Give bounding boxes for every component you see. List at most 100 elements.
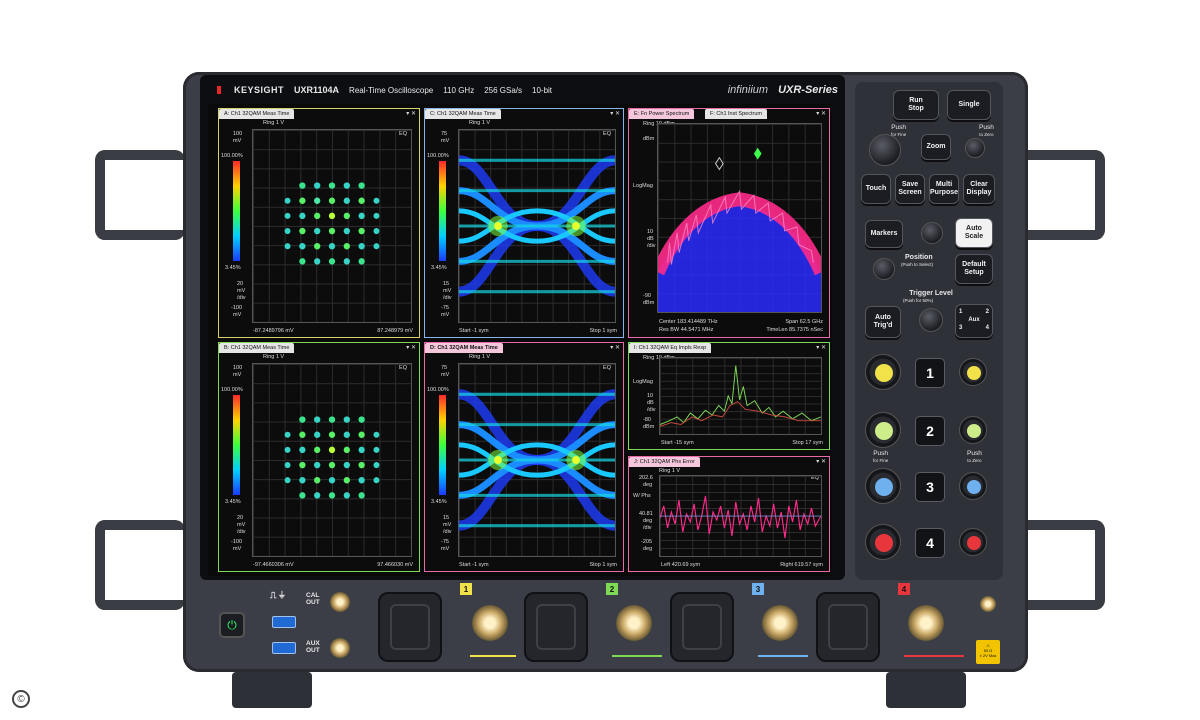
window-j-wphs: W/ Phs (633, 493, 651, 499)
window-a-controls[interactable]: ▾ ✕ (406, 110, 416, 117)
auto-scale-button[interactable]: Auto Scale (955, 218, 993, 248)
window-e-tab[interactable]: E: Fn Power Spectrum (629, 109, 695, 119)
window-e[interactable]: E: Fn Power Spectrum F: Ch1 Inst Spectru… (628, 108, 830, 338)
spectrum-e (651, 147, 828, 312)
position-sublabel: (Push to Select) (901, 262, 934, 267)
window-i-xright: Stop 17 sym (792, 440, 823, 446)
window-e-ydiv: /div (647, 243, 656, 249)
window-c-plot[interactable] (454, 129, 620, 323)
ch2-scale-knob[interactable] (865, 412, 901, 448)
window-d-ybottom-unit: mV (441, 546, 450, 552)
window-j-ybottom: -205 (641, 539, 653, 545)
ch1-underline (470, 655, 516, 657)
window-a-tab[interactable]: A: Ch1 32QAM Meas Time (219, 109, 295, 119)
window-a-pct-top: 100.00% (221, 153, 243, 159)
auto-trigd-button[interactable]: Auto Trig'd (865, 306, 901, 338)
ch2-input-connector[interactable] (616, 605, 652, 641)
window-a-plot[interactable] (252, 129, 412, 323)
window-b-ylower: 20 (237, 515, 244, 521)
window-j[interactable]: J: Ch1 32QAM Phs Error ▾ ✕ Ring 1 V EQ 2… (628, 456, 830, 572)
window-d-yunit: mV (441, 372, 450, 378)
window-a-ring: Ring 1 V (263, 120, 285, 126)
window-i[interactable]: I: Ch1 32QAM Eq Impls Resp ▾ ✕ Ring 10 d… (628, 342, 830, 450)
window-d[interactable]: D: Ch1 32QAM Meas Time ▾ ✕ Ring 1 V EQ 7… (424, 342, 624, 572)
save-screen-button[interactable]: Save Screen (895, 174, 925, 204)
marker-knob[interactable] (921, 222, 943, 244)
single-button[interactable]: Single (947, 90, 991, 120)
cal-out-connector[interactable] (330, 592, 350, 612)
usb-port-2[interactable] (272, 642, 296, 654)
ch-push-fine-text: Push for Fine (873, 450, 889, 463)
ch3-input-connector[interactable] (762, 605, 798, 641)
ch1-input-connector[interactable] (472, 605, 508, 641)
series-name: UXR-Series (778, 84, 838, 96)
ch2-button[interactable]: 2 (915, 416, 945, 446)
window-j-plot[interactable] (659, 475, 822, 557)
horizontal-scale-knob[interactable] (869, 134, 901, 166)
usb-port-1[interactable] (272, 616, 296, 628)
window-e-center: Center 183.414489 THz (659, 319, 718, 325)
ch3-offset-knob[interactable] (959, 472, 987, 500)
ch3-button[interactable]: 3 (915, 472, 945, 502)
ch3-underline (758, 655, 808, 657)
window-b-controls[interactable]: ▾ ✕ (406, 344, 416, 351)
probe-interface-2[interactable] (524, 592, 588, 662)
window-c[interactable]: C: Ch1 32QAM Meas Time ▾ ✕ Ring 1 V EQ 7… (424, 108, 624, 338)
window-d-controls[interactable]: ▾ ✕ (610, 344, 620, 351)
window-e-rbw: Res BW 44.5471 MHz (659, 327, 714, 333)
ch4-input-connector[interactable] (908, 605, 944, 641)
bit-depth: 10-bit (532, 85, 553, 95)
ch1-offset-knob[interactable] (959, 358, 987, 386)
ch3-tag: 3 (752, 583, 764, 595)
window-e-controls[interactable]: ▾ ✕ (816, 110, 826, 117)
front-control-panel: Run Stop Single Push for Fine Push to Zero … (855, 82, 1003, 580)
window-d-plot[interactable] (454, 363, 620, 557)
power-button[interactable]: ⏻ (219, 612, 245, 638)
probe-interface-3[interactable] (670, 592, 734, 662)
ch2-offset-knob[interactable] (959, 416, 987, 444)
aux-out-connector[interactable] (330, 638, 350, 658)
markers-button[interactable]: Markers (865, 220, 903, 248)
window-i-plot[interactable] (659, 357, 822, 435)
window-e-plot[interactable] (651, 123, 828, 313)
trigger-level-knob[interactable] (919, 308, 943, 332)
window-i-controls[interactable]: ▾ ✕ (816, 344, 826, 351)
window-f-tab[interactable]: F: Ch1 Inst Spectrum (705, 109, 767, 119)
window-a[interactable]: A: Ch1 32QAM Meas Time ▾ ✕ Ring 1 V EQ 1… (218, 108, 420, 338)
window-a-ybottom: -100 (231, 305, 243, 311)
left-lower-handle (95, 520, 185, 610)
ch3-scale-knob[interactable] (865, 468, 901, 504)
window-c-tab[interactable]: C: Ch1 32QAM Meas Time (425, 109, 501, 119)
window-b-ydiv: /div (237, 529, 246, 535)
window-b-xleft: -97.4660306 mV (253, 562, 294, 568)
window-j-controls[interactable]: ▾ ✕ (816, 458, 826, 465)
ch1-scale-knob[interactable] (865, 354, 901, 390)
position-knob[interactable] (873, 258, 895, 280)
probe-interface-4[interactable] (816, 592, 880, 662)
window-i-tab[interactable]: I: Ch1 32QAM Eq Impls Resp (629, 343, 712, 353)
ch4-offset-knob[interactable] (959, 528, 987, 556)
window-j-ybottom-unit: deg (643, 546, 653, 552)
zoom-button[interactable]: Zoom (921, 134, 951, 160)
touch-button[interactable]: Touch (861, 174, 891, 204)
ch4-scale-knob[interactable] (865, 524, 901, 560)
clear-display-button[interactable]: Clear Display (963, 174, 995, 204)
default-setup-button[interactable]: Default Setup (955, 254, 993, 284)
window-b-plot[interactable] (252, 363, 412, 557)
window-d-xleft: Start -1 sym (459, 562, 489, 568)
window-b[interactable]: B: Ch1 32QAM Meas Time ▾ ✕ Ring 1 V EQ 1… (218, 342, 420, 572)
window-c-ydiv: /div (443, 295, 452, 301)
window-c-controls[interactable]: ▾ ✕ (610, 110, 620, 117)
run-stop-button[interactable]: Run Stop (893, 90, 939, 120)
window-d-tab[interactable]: D: Ch1 32QAM Meas Time (425, 343, 503, 353)
multi-purpose-button[interactable]: Multi Purpose (929, 174, 959, 204)
aux-trigger-button[interactable]: 12 Aux 34 (955, 304, 993, 338)
window-b-tab[interactable]: B: Ch1 32QAM Meas Time (219, 343, 295, 353)
horizontal-position-knob[interactable] (965, 138, 985, 158)
probe-interface-1[interactable] (378, 592, 442, 662)
ext-trigger-connector[interactable] (980, 596, 996, 612)
window-j-tab[interactable]: J: Ch1 32QAM Phs Error (629, 457, 700, 467)
ch4-button[interactable]: 4 (915, 528, 945, 558)
ch1-button[interactable]: 1 (915, 358, 945, 388)
window-a-xleft: -87.2489796 mV (253, 328, 294, 334)
